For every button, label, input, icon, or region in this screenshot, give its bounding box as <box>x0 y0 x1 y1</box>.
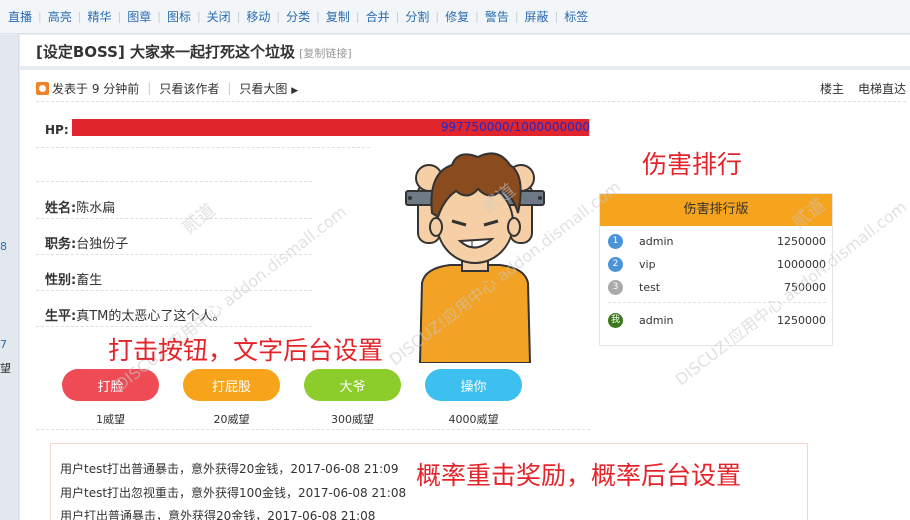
post-meta: 发表于 9 分钟前 | 只看该作者 | 只看大图 ▶ 楼主 电梯直达 <box>36 79 906 97</box>
online-status-icon <box>36 81 49 95</box>
thread-title: [设定BOSS] 大家来一起打死这个垃圾 <box>36 43 296 61</box>
post-panel: [设定BOSS] 大家来一起打死这个垃圾 [复制链接] 发表于 9 分钟前 | … <box>20 35 910 520</box>
log-entry: 用户test打出普通暴击，意外获得20金钱，2017-06-08 21:09 <box>60 462 399 476</box>
rank-badge: 3 <box>608 279 623 295</box>
ranking-row: 1 admin 1250000 <box>608 232 826 250</box>
watermark: 贰道 <box>178 199 220 239</box>
divider <box>36 429 590 430</box>
hp-value: 997750000/1000000000 <box>440 120 590 134</box>
action-button-curse[interactable]: 操你 <box>425 369 522 401</box>
rank-user[interactable]: vip <box>639 258 656 271</box>
divider <box>36 290 312 291</box>
action-price: 1威望 <box>96 413 125 426</box>
divider <box>36 147 370 148</box>
post-time: 发表于 9 分钟前 <box>52 81 140 96</box>
toolbar-item[interactable]: 分类 <box>280 8 316 25</box>
only-big-image-label: 只看大图 <box>239 81 288 96</box>
rank-user[interactable]: test <box>639 281 660 294</box>
only-big-image-link[interactable]: 只看大图 ▶ <box>239 80 298 97</box>
boss-name-label: 姓名: <box>45 201 77 216</box>
boss-bio-label: 生平: <box>45 309 77 324</box>
toolbar-item[interactable]: 直播 <box>2 8 38 25</box>
meta-divider <box>36 101 906 102</box>
action-button-boss[interactable]: 大爷 <box>304 369 401 401</box>
ranking-row: 2 vip 1000000 <box>608 255 826 273</box>
toolbar-item[interactable]: 图章 <box>121 8 157 25</box>
toolbar-item[interactable]: 图标 <box>161 8 197 25</box>
action-price: 300威望 <box>331 413 374 426</box>
rank-score: 1250000 <box>777 234 826 248</box>
rank-score: 1250000 <box>777 313 826 327</box>
boss-gender-label: 性别: <box>45 273 77 288</box>
title-divider <box>20 66 910 70</box>
rank-badge: 1 <box>608 233 623 249</box>
toolbar-item[interactable]: 分割 <box>399 8 435 25</box>
boss-job-row: 职务:台独份子 <box>45 233 128 252</box>
toolbar-item[interactable]: 合并 <box>360 8 396 25</box>
toolbar-item[interactable]: 复制 <box>320 8 356 25</box>
toolbar-item[interactable]: 屏蔽 <box>519 8 555 25</box>
admin-toolbar: 直播 | 高亮 | 精华 | 图章 | 图标 | 关闭 | 移动 | 分类 | 复制 | 合并 | 分割 | 修复 | 警告 | 屏… <box>0 0 910 34</box>
elevator-link[interactable]: 电梯直达 <box>858 80 906 97</box>
floor-label: 楼主 <box>819 82 844 96</box>
toolbar-item[interactable]: 修复 <box>439 8 475 25</box>
rank-badge-self: 我 <box>608 312 623 328</box>
divider <box>36 181 312 182</box>
thread-title-row: [设定BOSS] 大家来一起打死这个垃圾 [复制链接] <box>36 41 352 67</box>
only-author-link[interactable]: 只看该作者 <box>159 80 219 97</box>
action-price: 4000威望 <box>448 413 499 426</box>
gutter-text: 8 <box>0 240 7 253</box>
hp-label: HP: <box>45 123 69 137</box>
boss-name: 陈水扁 <box>76 201 116 216</box>
toolbar-item[interactable]: 警告 <box>479 8 515 25</box>
rank-user[interactable]: admin <box>639 314 673 327</box>
log-entry: 用户test打出忽视重击，意外获得100金钱，2017-06-08 21:08 <box>60 486 407 500</box>
triangle-right-icon: ▶ <box>291 85 299 96</box>
toolbar-item[interactable]: 高亮 <box>42 8 78 25</box>
boss-job-label: 职务: <box>45 237 77 252</box>
annotation-buttons: 打击按钮，文字后台设置 <box>108 336 384 365</box>
boss-gender-row: 性别:畜生 <box>45 269 102 288</box>
toolbar-item[interactable]: 移动 <box>240 8 276 25</box>
action-price: 20威望 <box>213 413 250 426</box>
boss-gender: 畜生 <box>76 273 103 288</box>
boss-job: 台独份子 <box>76 237 129 252</box>
hp-bar: 997750000/1000000000 <box>72 119 590 136</box>
toolbar-item[interactable]: 关闭 <box>201 8 237 25</box>
log-entry: 用户打出普通暴击，意外获得20金钱，2017-06-08 21:08 <box>60 509 376 520</box>
left-gutter: 8 7 望 <box>0 35 19 520</box>
toolbar-item[interactable]: 精华 <box>81 8 117 25</box>
ranking-row-self: 我 admin 1250000 <box>608 311 826 329</box>
copy-link[interactable]: [复制链接] <box>299 45 352 61</box>
annotation-ranking: 伤害排行 <box>642 150 743 179</box>
gutter-text: 7 <box>0 338 7 351</box>
gutter-text: 望 <box>0 362 11 375</box>
rank-badge: 2 <box>608 256 623 272</box>
annotation-chance: 概率重击奖励，概率后台设置 <box>416 461 742 490</box>
boss-name-row: 姓名:陈水扁 <box>45 197 115 216</box>
rank-user[interactable]: admin <box>639 235 673 248</box>
divider <box>36 218 312 219</box>
toolbar-item[interactable]: 标签 <box>558 8 594 25</box>
action-button-spank[interactable]: 打屁股 <box>183 369 280 401</box>
